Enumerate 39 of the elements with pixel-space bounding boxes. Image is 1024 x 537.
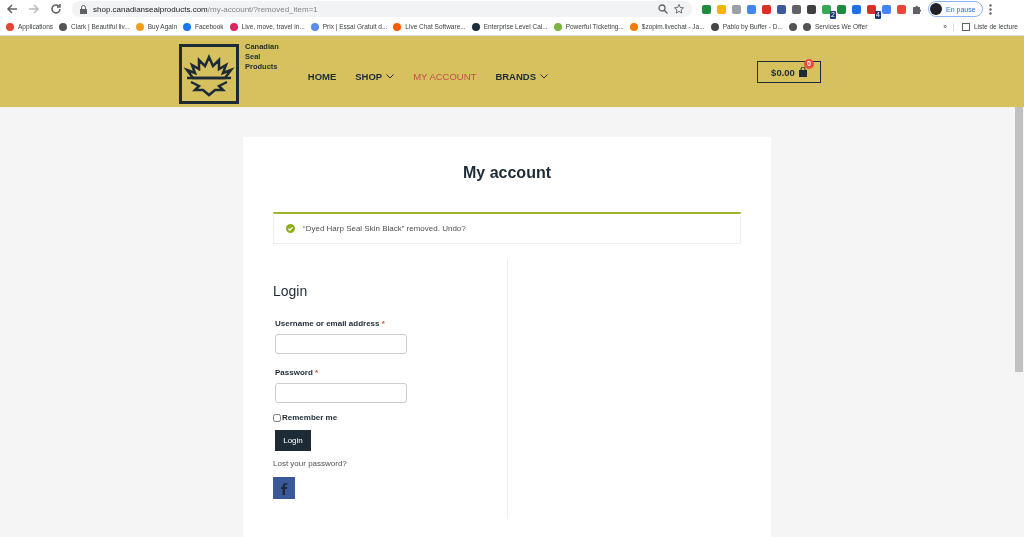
check-circle-icon bbox=[286, 224, 295, 233]
leaf-logo-icon[interactable] bbox=[179, 43, 239, 104]
chevron-down-icon bbox=[540, 74, 548, 79]
avatar-icon bbox=[930, 3, 942, 15]
lock-icon bbox=[80, 4, 87, 14]
back-icon[interactable] bbox=[6, 3, 18, 15]
nav-link[interactable]: SHOP bbox=[355, 71, 395, 82]
checkbox-label: Remember me bbox=[282, 413, 338, 422]
extension-icon[interactable] bbox=[792, 4, 801, 14]
extension-icon[interactable] bbox=[807, 4, 816, 14]
lost-password-link[interactable]: Lost your password? bbox=[273, 459, 347, 468]
input-field[interactable] bbox=[275, 334, 407, 354]
menu-icon[interactable] bbox=[988, 3, 992, 15]
extension-icon[interactable] bbox=[822, 4, 831, 14]
address-bar[interactable]: shop.canadiansealproducts.com/my-account/?removed_item=1 bbox=[72, 1, 692, 17]
url-text: shop.canadiansealproducts.com/my-account/?removed_item=1 bbox=[93, 4, 318, 14]
nav-link[interactable]: HOME bbox=[307, 71, 337, 82]
extension-icon[interactable] bbox=[777, 4, 786, 14]
login-heading: Login bbox=[273, 283, 308, 299]
input-field[interactable] bbox=[275, 383, 407, 403]
remember-checkbox[interactable] bbox=[273, 413, 281, 422]
extension-icon[interactable] bbox=[852, 4, 861, 14]
login-button[interactable]: Login bbox=[275, 430, 311, 451]
scrollbar[interactable] bbox=[1015, 107, 1023, 372]
extension-icon[interactable] bbox=[762, 4, 771, 14]
shopping-bag-icon bbox=[798, 67, 807, 77]
puzzle-icon[interactable] bbox=[912, 4, 922, 14]
star-icon[interactable] bbox=[674, 4, 684, 14]
list-icon bbox=[961, 22, 970, 31]
extension-icon[interactable] bbox=[867, 4, 876, 14]
field-label: Password * bbox=[275, 368, 319, 377]
page-title: My account bbox=[462, 163, 552, 182]
zoom-icon[interactable] bbox=[658, 4, 668, 14]
bookmark-icon[interactable] bbox=[788, 22, 797, 31]
notice-text: “Dyed Harp Seal Skin Black” removed. Undo? bbox=[303, 224, 466, 233]
chevron-down-icon bbox=[386, 74, 395, 79]
nav-link[interactable]: BRANDS bbox=[495, 71, 548, 82]
reload-icon[interactable] bbox=[50, 3, 62, 15]
field-label: Username or email address * bbox=[275, 319, 385, 328]
